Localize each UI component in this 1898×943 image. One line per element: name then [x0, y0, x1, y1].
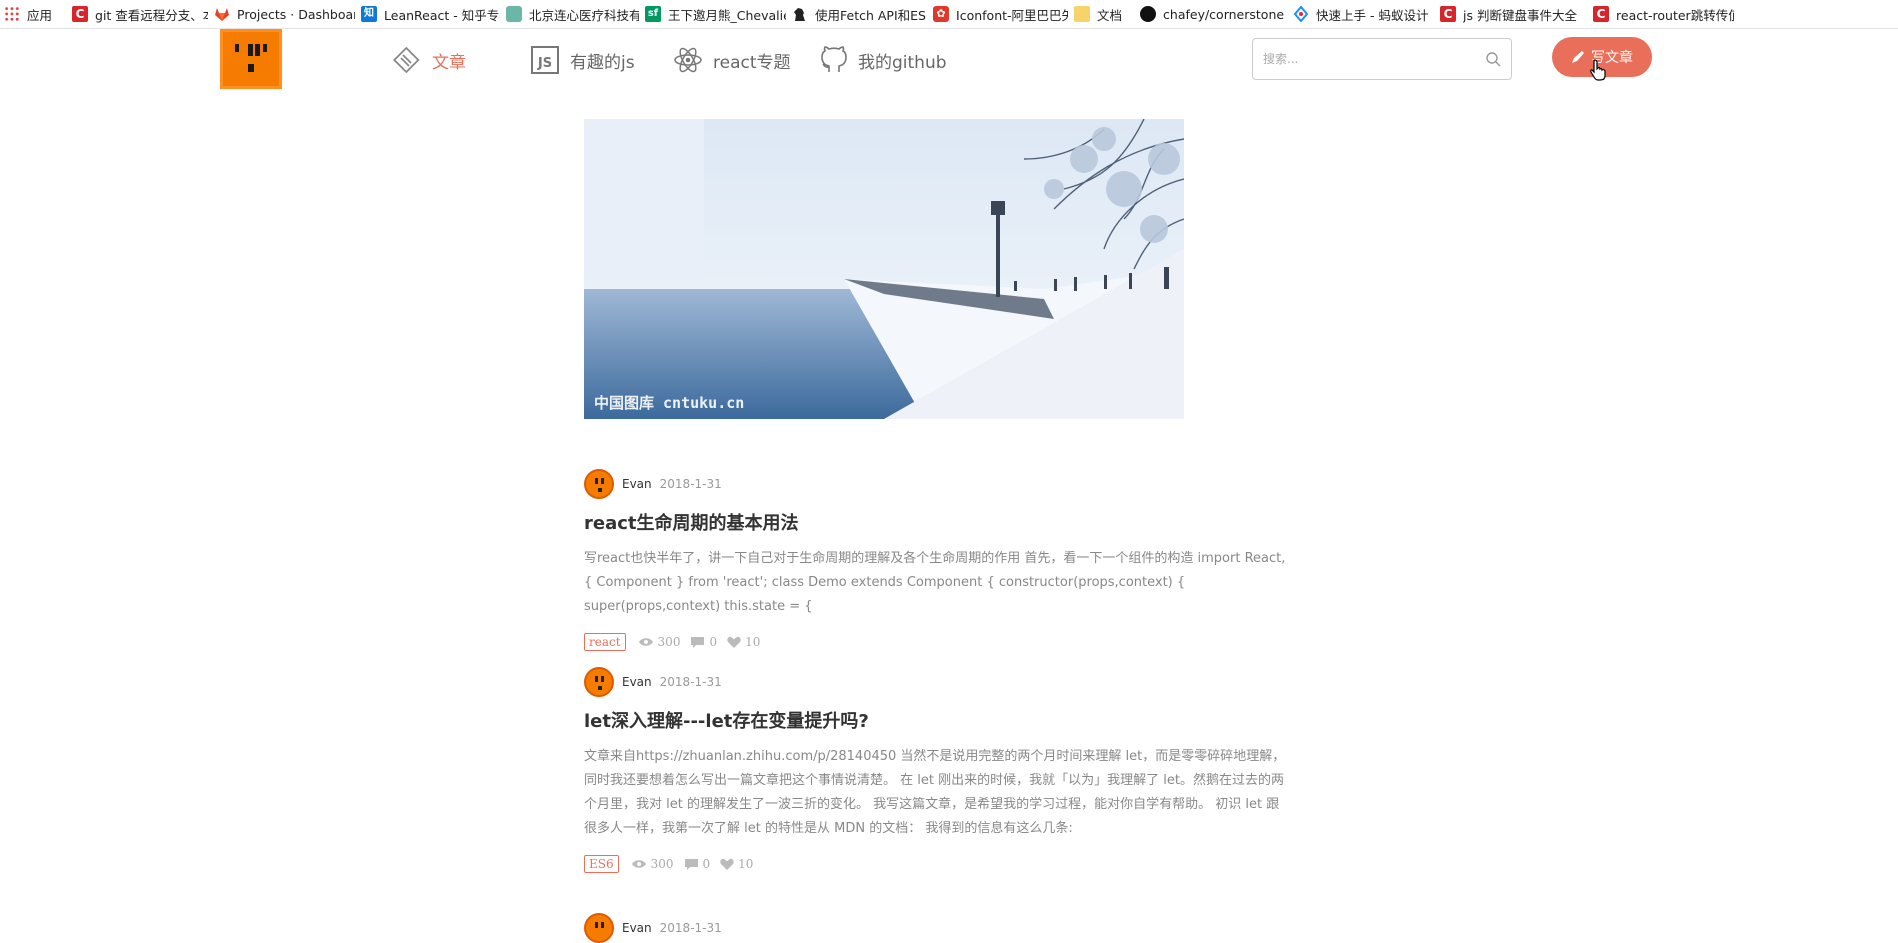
article-excerpt: 文章来自https://zhuanlan.zhihu.com/p/2814045…	[584, 749, 1286, 836]
avatar-eye-right	[601, 922, 604, 928]
comment-count: 0	[684, 857, 710, 871]
bookmark-chevalier[interactable]: sf 王下邀月熊_Chevalie	[639, 0, 786, 28]
article-stats: ES6 300 0 10	[584, 855, 1292, 873]
author-name[interactable]: Evan	[622, 477, 652, 491]
iconfont-icon: ✿	[933, 6, 950, 22]
avatar-eye-right	[601, 676, 604, 682]
article-title[interactable]: react生命周期的基本用法	[584, 509, 1292, 535]
knight-icon	[792, 6, 808, 22]
logo-ear-right	[263, 44, 267, 52]
csdn-icon: C	[1440, 6, 1457, 22]
avatar-eye-right	[601, 478, 604, 484]
comment-count: 0	[690, 635, 717, 649]
like-count: 10	[727, 635, 760, 649]
zhihu-icon: 知	[361, 6, 378, 22]
heart-icon	[727, 636, 741, 648]
search-box	[1252, 38, 1512, 80]
article-date: 2018-1-31	[659, 921, 722, 935]
avatar-mouth	[598, 488, 602, 492]
article-excerpt: 写react也快半年了，讲一下自己对于生命周期的理解及各个生命周期的作用 首先，…	[584, 551, 1286, 614]
bookmark-fetch-api[interactable]: 使用Fetch API和ES6	[786, 0, 927, 28]
article-icon	[392, 46, 420, 74]
hero-image: 中国图库 cntuku.cn	[584, 119, 1184, 419]
site-header: 文章 JS 有趣的js react专题 我的github 搜索... 写文章	[0, 29, 1898, 93]
avatar-eye-left	[595, 478, 598, 484]
react-icon	[674, 47, 702, 73]
pen-icon	[1572, 51, 1584, 63]
logo-mouth	[248, 64, 254, 72]
article-title[interactable]: let深入理解---let存在变量提升吗?	[584, 707, 1292, 733]
logo-ear-left	[235, 44, 239, 52]
view-count: 300	[631, 857, 674, 871]
article-tag[interactable]: ES6	[584, 855, 619, 873]
hero-watermark: 中国图库 cntuku.cn	[594, 394, 745, 412]
bookmark-gitlab-projects[interactable]: Projects · Dashboar	[208, 0, 355, 28]
bookmark-js-keyboard[interactable]: C js 判断键盘事件大全	[1434, 0, 1587, 28]
apps-grid-icon	[4, 6, 20, 22]
hand-cursor-icon	[1590, 59, 1606, 81]
github-icon	[1140, 6, 1157, 22]
article-date: 2018-1-31	[659, 675, 722, 689]
bookmark-cornerstone[interactable]: chafey/cornerstone	[1134, 0, 1287, 28]
bookmark-git-branch[interactable]: C git 查看远程分支、本	[66, 0, 208, 28]
eye-icon	[631, 860, 646, 868]
bookmarks-bar: 应用 C git 查看远程分支、本 Projects · Dashboar 知 …	[0, 0, 1898, 29]
article-stats: react 300 0 10	[584, 633, 1292, 651]
article-tag[interactable]: react	[584, 633, 626, 651]
logo-eye-left	[248, 44, 253, 56]
view-count: 300	[638, 635, 680, 649]
comment-icon	[684, 858, 698, 870]
bookmark-beijing-lianxin[interactable]: 北京连心医疗科技有限	[500, 0, 639, 28]
avatar-mouth	[598, 686, 602, 690]
site-logo[interactable]	[220, 29, 282, 89]
snow-lake-picture	[584, 119, 1184, 419]
article-date: 2018-1-31	[659, 477, 722, 491]
csdn-icon: C	[72, 6, 89, 22]
nav-fun-js[interactable]: JS 有趣的js	[530, 43, 635, 77]
segmentfault-icon: sf	[645, 6, 662, 22]
svg-text:JS: JS	[537, 56, 552, 71]
ant-design-icon	[1293, 5, 1309, 23]
eye-icon	[638, 638, 653, 646]
author-name[interactable]: Evan	[622, 921, 652, 935]
like-count: 10	[720, 857, 753, 871]
avatar[interactable]	[584, 469, 614, 499]
nav-articles[interactable]: 文章	[392, 43, 466, 77]
avatar-eye-left	[595, 922, 598, 928]
article-meta: Evan 2018-1-31	[584, 913, 1292, 943]
csdn-icon: C	[1593, 6, 1610, 22]
avatar[interactable]	[584, 913, 614, 943]
avatar[interactable]	[584, 667, 614, 697]
comment-icon	[691, 636, 705, 648]
bookmark-apps[interactable]: 应用	[0, 0, 66, 28]
github-icon	[821, 46, 847, 72]
avatar-eye-left	[595, 676, 598, 682]
article-meta: Evan 2018-1-31	[584, 667, 1292, 697]
bookmark-iconfont[interactable]: ✿ Iconfont-阿里巴巴矢	[927, 0, 1068, 28]
logo-eye-right	[255, 44, 260, 56]
author-name[interactable]: Evan	[622, 675, 652, 689]
js-icon: JS	[531, 46, 559, 74]
folder-icon	[1074, 6, 1091, 22]
gitlab-icon	[214, 6, 230, 22]
search-input[interactable]	[1253, 39, 1473, 79]
search-icon[interactable]	[1485, 51, 1501, 67]
bookmark-docs-folder[interactable]: 文档	[1068, 0, 1134, 28]
article-meta: Evan 2018-1-31	[584, 469, 1292, 499]
bookmark-leanreact[interactable]: 知 LeanReact - 知乎专栏	[355, 0, 500, 28]
site-icon	[506, 6, 523, 22]
bookmark-react-router[interactable]: C react-router跳转传值	[1587, 0, 1734, 28]
nav-react-topic[interactable]: react专题	[673, 43, 791, 77]
nav-my-github[interactable]: 我的github	[820, 43, 947, 77]
bookmark-ant-design[interactable]: 快速上手 - 蚂蚁设计	[1287, 0, 1434, 28]
article-card: Evan 2018-1-31 let深入理解---let存在变量提升吗? 文章来…	[584, 667, 1292, 873]
article-card: Evan 2018-1-31 react生命周期的基本用法 写react也快半年…	[584, 469, 1292, 651]
heart-icon	[720, 858, 734, 870]
article-card: Evan 2018-1-31	[584, 913, 1292, 943]
